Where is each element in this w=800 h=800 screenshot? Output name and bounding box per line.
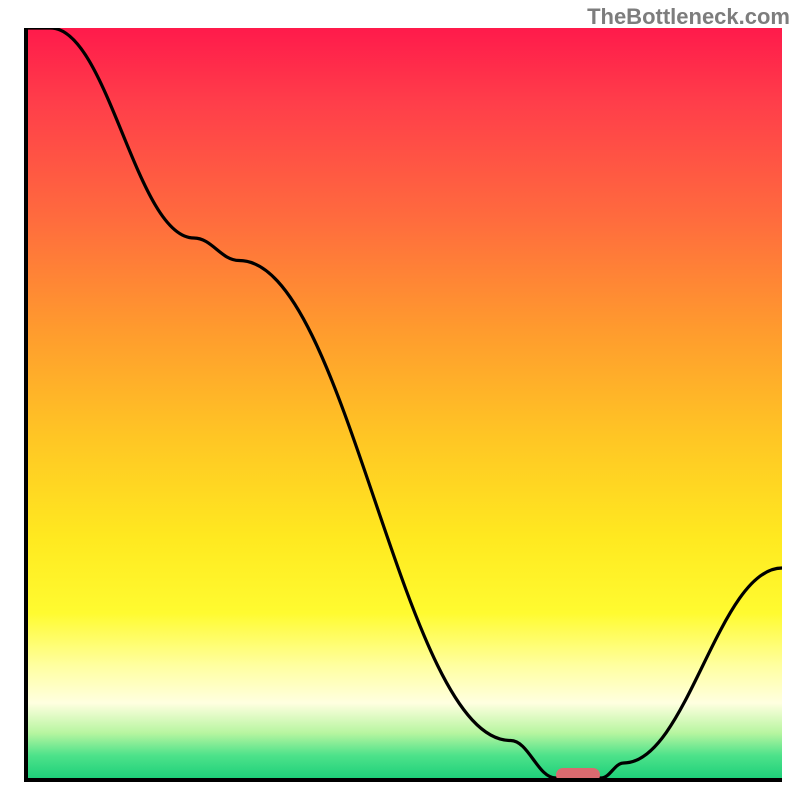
curve-path	[28, 28, 782, 778]
plot-area	[24, 28, 782, 782]
watermark-text: TheBottleneck.com	[587, 4, 790, 30]
minimum-marker	[556, 768, 600, 782]
bottleneck-curve	[28, 28, 782, 778]
